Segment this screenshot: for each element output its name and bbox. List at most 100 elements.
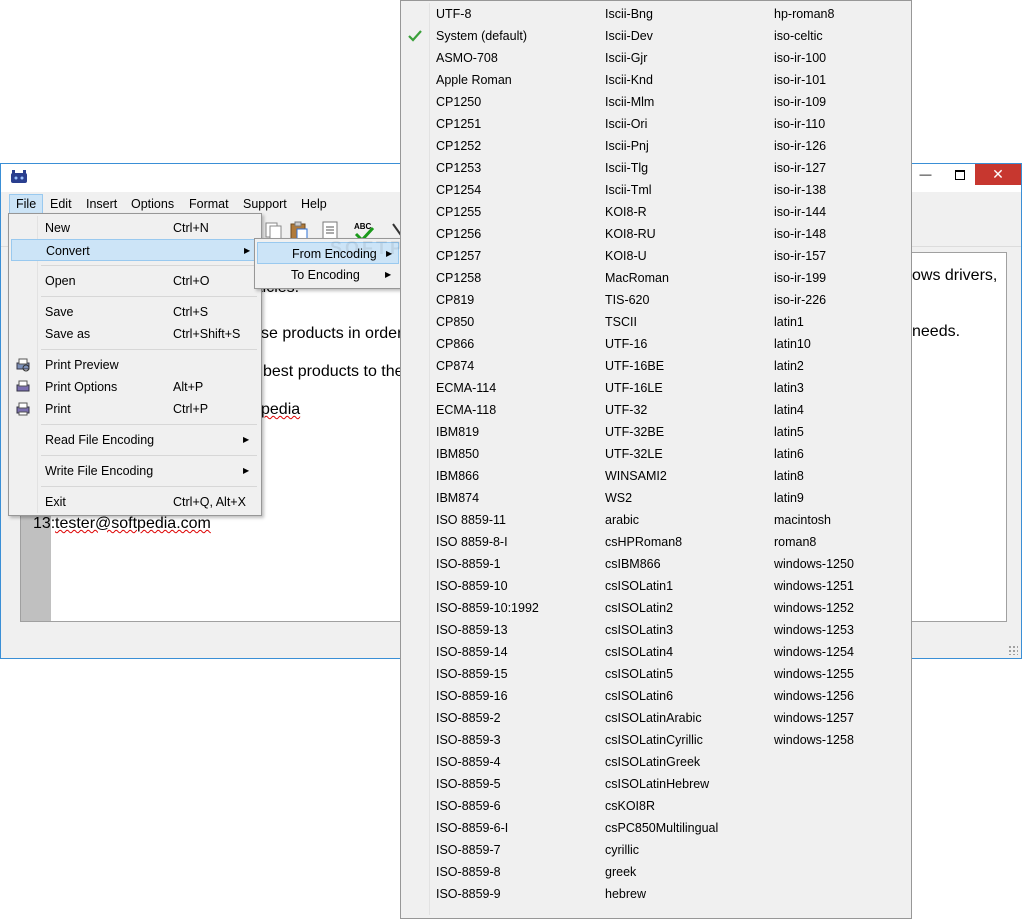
encoding-option[interactable]: UTF-16LE bbox=[605, 377, 663, 399]
encoding-option[interactable]: latin5 bbox=[774, 421, 804, 443]
encoding-option[interactable]: ISO 8859-11 bbox=[436, 509, 506, 531]
encoding-option[interactable]: ISO-8859-5 bbox=[436, 773, 501, 795]
encoding-option[interactable]: iso-ir-157 bbox=[774, 245, 826, 267]
encoding-option[interactable]: ISO-8859-13 bbox=[436, 619, 508, 641]
menu-insert[interactable]: Insert bbox=[80, 195, 123, 213]
encoding-option[interactable]: iso-ir-109 bbox=[774, 91, 826, 113]
encoding-option[interactable]: csISOLatin6 bbox=[605, 685, 673, 707]
encoding-option[interactable]: ISO-8859-1 bbox=[436, 553, 501, 575]
encoding-option[interactable]: windows-1252 bbox=[774, 597, 854, 619]
menu-item-write-file-encoding[interactable]: Write File Encoding ▶ bbox=[11, 460, 259, 482]
encoding-option[interactable]: latin1 bbox=[774, 311, 804, 333]
minimize-button[interactable]: — bbox=[911, 164, 940, 185]
menu-help[interactable]: Help bbox=[295, 195, 333, 213]
menu-format[interactable]: Format bbox=[183, 195, 235, 213]
encoding-option[interactable]: latin10 bbox=[774, 333, 811, 355]
encoding-option[interactable]: windows-1251 bbox=[774, 575, 854, 597]
encoding-option[interactable]: windows-1250 bbox=[774, 553, 854, 575]
encoding-option[interactable]: windows-1254 bbox=[774, 641, 854, 663]
encoding-option[interactable]: csISOLatin3 bbox=[605, 619, 673, 641]
encoding-option[interactable]: CP1251 bbox=[436, 113, 481, 135]
encoding-option[interactable]: latin3 bbox=[774, 377, 804, 399]
encoding-option[interactable]: IBM850 bbox=[436, 443, 479, 465]
encoding-option[interactable]: CP866 bbox=[436, 333, 474, 355]
encoding-option[interactable]: Iscii-Mlm bbox=[605, 91, 654, 113]
encoding-option[interactable]: IBM874 bbox=[436, 487, 479, 509]
encoding-option[interactable]: csPC850Multilingual bbox=[605, 817, 718, 839]
encoding-option[interactable]: Iscii-Bng bbox=[605, 3, 653, 25]
menu-item-print-options[interactable]: Print Options Alt+P bbox=[11, 376, 259, 398]
encoding-option[interactable]: macintosh bbox=[774, 509, 831, 531]
encoding-option[interactable]: windows-1253 bbox=[774, 619, 854, 641]
encoding-option[interactable]: UTF-16 bbox=[605, 333, 647, 355]
encoding-option[interactable]: arabic bbox=[605, 509, 639, 531]
encoding-option[interactable]: System (default) bbox=[436, 25, 527, 47]
encoding-option[interactable]: iso-ir-199 bbox=[774, 267, 826, 289]
encoding-option[interactable]: MacRoman bbox=[605, 267, 669, 289]
encoding-option[interactable]: csIBM866 bbox=[605, 553, 661, 575]
encoding-option[interactable]: csISOLatinGreek bbox=[605, 751, 700, 773]
encoding-option[interactable]: csISOLatin5 bbox=[605, 663, 673, 685]
encoding-option[interactable]: UTF-32LE bbox=[605, 443, 663, 465]
encoding-option[interactable]: Iscii-Dev bbox=[605, 25, 653, 47]
encoding-option[interactable]: WS2 bbox=[605, 487, 632, 509]
maximize-button[interactable] bbox=[945, 164, 974, 185]
encoding-option[interactable]: ASMO-708 bbox=[436, 47, 498, 69]
menu-file[interactable]: File bbox=[9, 194, 44, 214]
encoding-option[interactable]: Iscii-Pnj bbox=[605, 135, 649, 157]
encoding-option[interactable]: hp-roman8 bbox=[774, 3, 834, 25]
encoding-option[interactable]: ISO-8859-10:1992 bbox=[436, 597, 539, 619]
encoding-option[interactable]: iso-ir-144 bbox=[774, 201, 826, 223]
encoding-option[interactable]: csISOLatinCyrillic bbox=[605, 729, 703, 751]
encoding-option[interactable]: iso-ir-101 bbox=[774, 69, 826, 91]
encoding-option[interactable]: iso-celtic bbox=[774, 25, 823, 47]
encoding-option[interactable]: greek bbox=[605, 861, 636, 883]
encoding-option[interactable]: windows-1257 bbox=[774, 707, 854, 729]
encoding-option[interactable]: CP1253 bbox=[436, 157, 481, 179]
encoding-option[interactable]: windows-1258 bbox=[774, 729, 854, 751]
encoding-option[interactable]: ISO-8859-2 bbox=[436, 707, 501, 729]
encoding-option[interactable]: KOI8-RU bbox=[605, 223, 656, 245]
encoding-option[interactable]: ISO-8859-4 bbox=[436, 751, 501, 773]
menu-edit[interactable]: Edit bbox=[44, 195, 78, 213]
close-button[interactable]: ✕ bbox=[975, 164, 1021, 185]
encoding-option[interactable]: CP819 bbox=[436, 289, 474, 311]
encoding-option[interactable]: TIS-620 bbox=[605, 289, 649, 311]
encoding-option[interactable]: CP1255 bbox=[436, 201, 481, 223]
encoding-option[interactable]: latin6 bbox=[774, 443, 804, 465]
encoding-option[interactable]: csISOLatinArabic bbox=[605, 707, 702, 729]
encoding-option[interactable]: ISO-8859-8 bbox=[436, 861, 501, 883]
encoding-option[interactable]: KOI8-U bbox=[605, 245, 647, 267]
encoding-option[interactable]: ISO-8859-15 bbox=[436, 663, 508, 685]
encoding-option[interactable]: KOI8-R bbox=[605, 201, 647, 223]
encoding-option[interactable]: ISO-8859-7 bbox=[436, 839, 501, 861]
encoding-option[interactable]: Iscii-Knd bbox=[605, 69, 653, 91]
encoding-option[interactable]: iso-ir-138 bbox=[774, 179, 826, 201]
encoding-option[interactable]: UTF-8 bbox=[436, 3, 471, 25]
encoding-option[interactable]: CP1252 bbox=[436, 135, 481, 157]
encoding-option[interactable]: CP1250 bbox=[436, 91, 481, 113]
menu-item-read-file-encoding[interactable]: Read File Encoding ▶ bbox=[11, 429, 259, 451]
encoding-option[interactable]: ISO-8859-16 bbox=[436, 685, 508, 707]
menu-support[interactable]: Support bbox=[237, 195, 293, 213]
encoding-option[interactable]: CP874 bbox=[436, 355, 474, 377]
encoding-option[interactable]: IBM819 bbox=[436, 421, 479, 443]
encoding-option[interactable]: Iscii-Ori bbox=[605, 113, 647, 135]
encoding-option[interactable]: cyrillic bbox=[605, 839, 639, 861]
encoding-option[interactable]: IBM866 bbox=[436, 465, 479, 487]
encoding-option[interactable]: iso-ir-110 bbox=[774, 113, 825, 135]
encoding-option[interactable]: iso-ir-127 bbox=[774, 157, 826, 179]
encoding-option[interactable]: ISO-8859-14 bbox=[436, 641, 508, 663]
menu-item-exit[interactable]: Exit Ctrl+Q, Alt+X bbox=[11, 491, 259, 513]
resize-grip[interactable] bbox=[1008, 645, 1018, 655]
encoding-option[interactable]: ECMA-114 bbox=[436, 377, 496, 399]
menu-item-print[interactable]: Print Ctrl+P bbox=[11, 398, 259, 420]
encoding-option[interactable]: latin8 bbox=[774, 465, 804, 487]
encoding-option[interactable]: ISO-8859-10 bbox=[436, 575, 508, 597]
encoding-option[interactable]: iso-ir-148 bbox=[774, 223, 826, 245]
encoding-option[interactable]: ISO-8859-6 bbox=[436, 795, 501, 817]
encoding-option[interactable]: hebrew bbox=[605, 883, 646, 905]
encoding-option[interactable]: iso-ir-126 bbox=[774, 135, 826, 157]
encoding-option[interactable]: ECMA-118 bbox=[436, 399, 496, 421]
encoding-option[interactable]: csKOI8R bbox=[605, 795, 655, 817]
